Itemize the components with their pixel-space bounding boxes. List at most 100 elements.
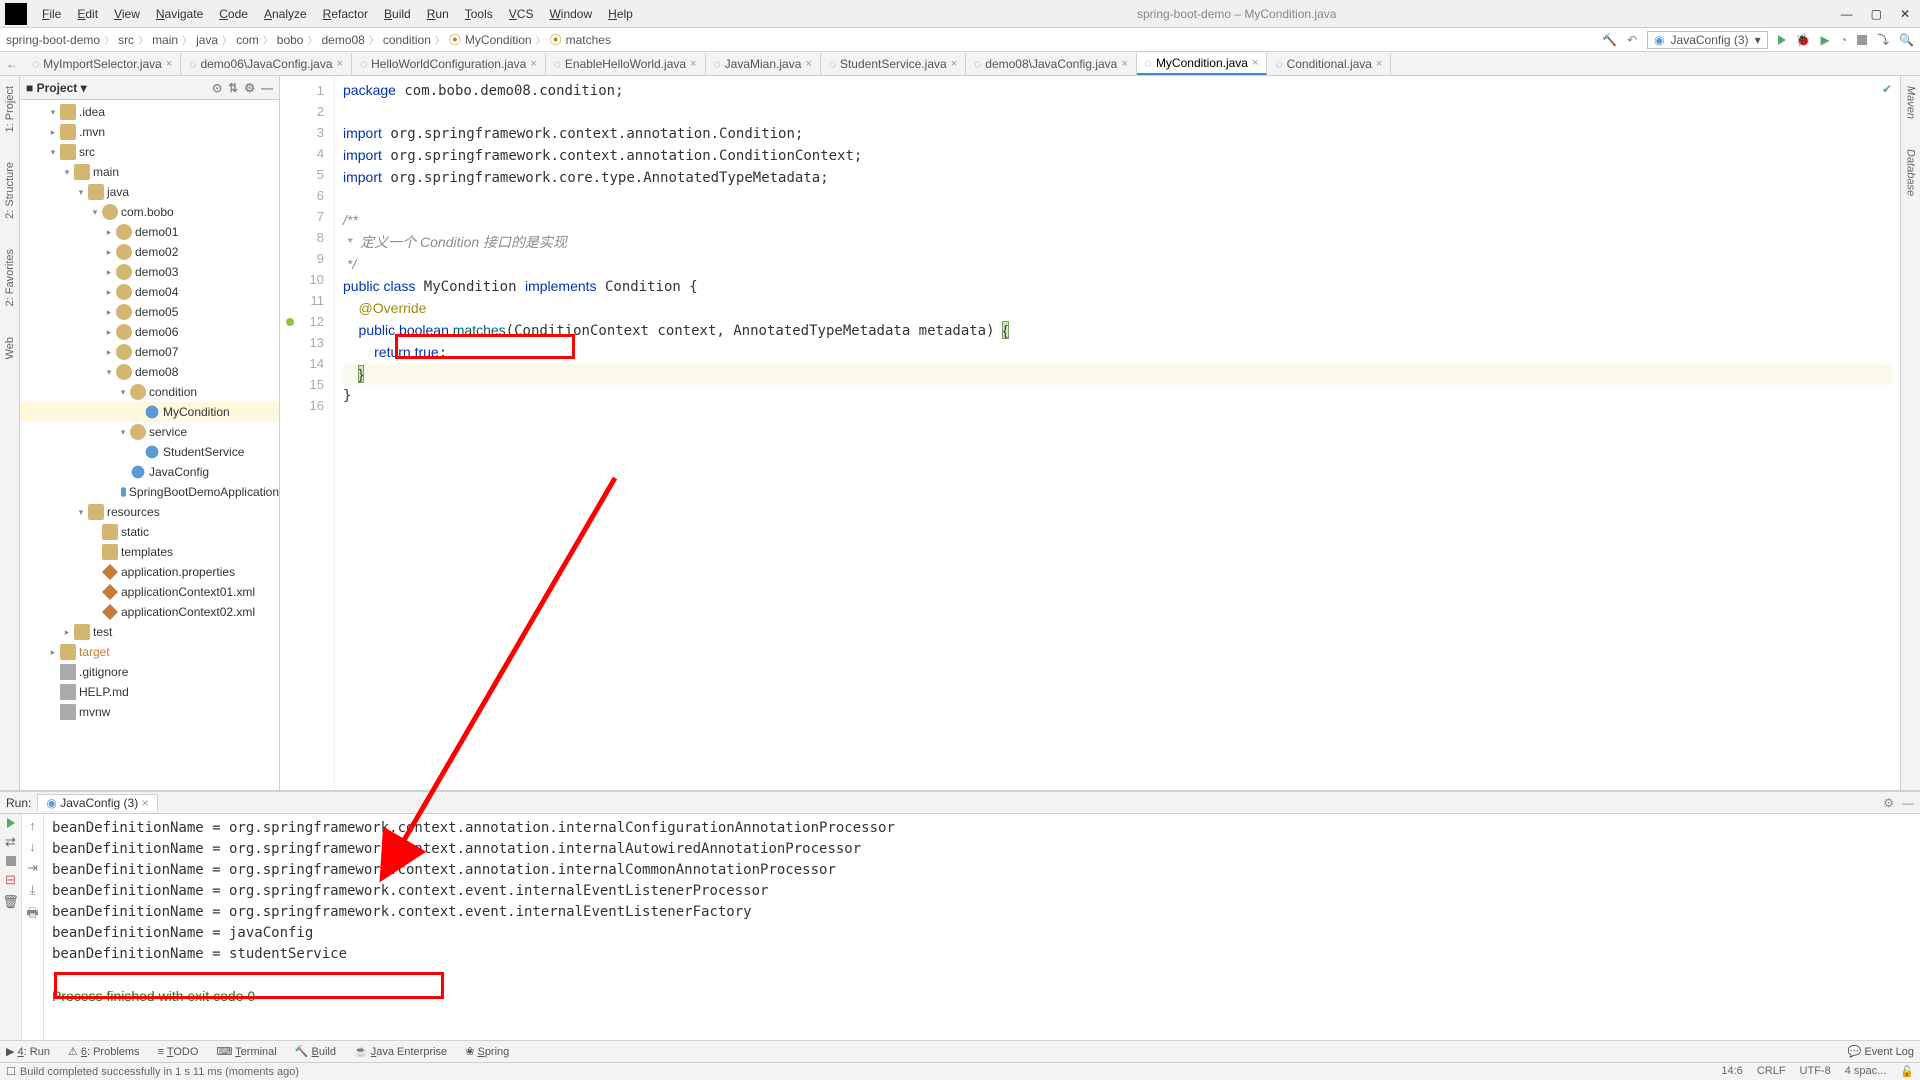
coverage-icon[interactable]: ▶ bbox=[1821, 33, 1830, 47]
project-tree[interactable]: ▾.idea▸.mvn▾src▾main▾java▾com.bobo▸demo0… bbox=[20, 100, 279, 724]
editor-area[interactable]: 12345678910111213141516 package com.bobo… bbox=[280, 76, 1900, 790]
tree-node[interactable]: ▸demo07 bbox=[20, 342, 279, 362]
toolwin-build[interactable]: 🔨 Build bbox=[295, 1045, 336, 1058]
menu-window[interactable]: Window bbox=[543, 5, 598, 23]
tree-node[interactable]: ▸target bbox=[20, 642, 279, 662]
toolwin-run[interactable]: ▶ 4: Run bbox=[6, 1045, 50, 1058]
close-icon[interactable]: × bbox=[1121, 58, 1127, 70]
event-log-button[interactable]: 💬 Event Log bbox=[1848, 1045, 1914, 1058]
right-tab-database[interactable]: Database bbox=[1905, 149, 1917, 196]
left-tab-structure[interactable]: 2: Structure bbox=[4, 162, 16, 219]
breadcrumb-item[interactable]: ⦿ matches bbox=[550, 31, 611, 48]
close-icon[interactable]: × bbox=[142, 796, 149, 810]
editor-tab[interactable]: ◌JavaMian.java× bbox=[706, 53, 821, 75]
breadcrumb-item[interactable]: java bbox=[196, 33, 218, 47]
menu-vcs[interactable]: VCS bbox=[503, 5, 540, 23]
breadcrumb-item[interactable]: spring-boot-demo bbox=[6, 33, 100, 47]
down-icon[interactable]: ↓ bbox=[29, 839, 36, 854]
tree-node[interactable]: ▾com.bobo bbox=[20, 202, 279, 222]
editor-tab[interactable]: ◌demo06\JavaConfig.java× bbox=[181, 53, 352, 75]
left-tab-favorites[interactable]: 2: Favorites bbox=[4, 249, 16, 306]
tree-node[interactable]: ▸test bbox=[20, 622, 279, 642]
hide-icon[interactable]: — bbox=[261, 81, 273, 95]
tree-node[interactable]: ▾.idea bbox=[20, 102, 279, 122]
lock-icon[interactable]: 🔓 bbox=[1900, 1065, 1914, 1078]
tree-node[interactable]: ▾demo08 bbox=[20, 362, 279, 382]
tree-node[interactable]: ▸demo05 bbox=[20, 302, 279, 322]
wrap-icon[interactable]: ⇥ bbox=[27, 860, 38, 876]
breadcrumb-item[interactable]: main bbox=[152, 33, 178, 47]
build-icon[interactable]: 🔨 bbox=[1602, 33, 1617, 47]
expand-all-icon[interactable]: ⇅ bbox=[228, 81, 238, 95]
tree-node[interactable]: ▸demo01 bbox=[20, 222, 279, 242]
close-icon[interactable]: × bbox=[1252, 57, 1258, 69]
tree-node[interactable]: ▸demo03 bbox=[20, 262, 279, 282]
stop-icon[interactable] bbox=[1857, 35, 1867, 45]
tree-node[interactable]: StudentService bbox=[20, 442, 279, 462]
close-icon[interactable]: ✕ bbox=[1900, 7, 1910, 21]
pin-icon[interactable]: 🗑 bbox=[2, 894, 19, 910]
tree-node[interactable]: ▾service bbox=[20, 422, 279, 442]
editor-tab[interactable]: ◌EnableHelloWorld.java× bbox=[546, 53, 706, 75]
tree-node[interactable]: ▸demo02 bbox=[20, 242, 279, 262]
breadcrumb-item[interactable]: ⦿ MyCondition bbox=[449, 31, 532, 48]
run-icon[interactable] bbox=[1778, 35, 1786, 45]
menu-analyze[interactable]: Analyze bbox=[258, 5, 313, 23]
status-field[interactable]: 4 spac... bbox=[1845, 1065, 1887, 1078]
menu-tools[interactable]: Tools bbox=[459, 5, 499, 23]
console-output[interactable]: beanDefinitionName = org.springframework… bbox=[44, 814, 1920, 1040]
debug-icon[interactable]: 🐞 bbox=[1796, 33, 1811, 47]
menu-file[interactable]: File bbox=[36, 5, 67, 23]
left-tab-web[interactable]: Web bbox=[4, 337, 16, 359]
status-field[interactable]: CRLF bbox=[1757, 1065, 1786, 1078]
tree-node[interactable]: ▾src bbox=[20, 142, 279, 162]
tree-node[interactable]: JavaConfig bbox=[20, 462, 279, 482]
back-icon[interactable]: ↶ bbox=[1627, 33, 1637, 47]
run-config-selector[interactable]: ◉ JavaConfig (3) ▾ bbox=[1647, 31, 1768, 49]
breadcrumb-item[interactable]: src bbox=[118, 33, 134, 47]
update-icon[interactable]: ⤵ bbox=[1877, 31, 1889, 48]
scroll-icon[interactable]: ⤓ bbox=[30, 882, 36, 898]
close-icon[interactable]: × bbox=[690, 58, 696, 70]
close-icon[interactable]: × bbox=[530, 58, 536, 70]
close-icon[interactable]: × bbox=[951, 58, 957, 70]
toolwin-terminal[interactable]: ⌨ Terminal bbox=[216, 1045, 276, 1058]
run-settings-icon2[interactable]: ⇄ bbox=[5, 834, 16, 850]
tree-node[interactable]: .gitignore bbox=[20, 662, 279, 682]
tree-node[interactable]: HELP.md bbox=[20, 682, 279, 702]
tree-node[interactable]: templates bbox=[20, 542, 279, 562]
close-icon[interactable]: × bbox=[1376, 58, 1382, 70]
left-tab-project[interactable]: 1: Project bbox=[4, 86, 16, 132]
menu-view[interactable]: View bbox=[108, 5, 146, 23]
right-tab-maven[interactable]: Maven bbox=[1905, 86, 1917, 119]
editor-tab[interactable]: ◌Conditional.java× bbox=[1267, 53, 1391, 75]
tree-node[interactable]: ▾resources bbox=[20, 502, 279, 522]
tree-node[interactable]: ▾main bbox=[20, 162, 279, 182]
editor-tab[interactable]: ◌MyCondition.java× bbox=[1137, 53, 1268, 75]
toolwin-javaenterprise[interactable]: ☕ Java Enterprise bbox=[354, 1045, 447, 1058]
toolwin-spring[interactable]: ❀ Spring bbox=[465, 1045, 509, 1058]
menu-help[interactable]: Help bbox=[602, 5, 639, 23]
tree-node[interactable]: applicationContext02.xml bbox=[20, 602, 279, 622]
close-icon[interactable]: × bbox=[337, 58, 343, 70]
toolwin-problems[interactable]: ⚠ 6: Problems bbox=[68, 1045, 140, 1058]
profile-icon[interactable]: ◔ bbox=[1840, 33, 1847, 47]
menu-edit[interactable]: Edit bbox=[71, 5, 104, 23]
menu-build[interactable]: Build bbox=[378, 5, 417, 23]
tree-node[interactable]: ▾java bbox=[20, 182, 279, 202]
tree-node[interactable]: mvnw bbox=[20, 702, 279, 722]
tree-node[interactable]: static bbox=[20, 522, 279, 542]
run-tab[interactable]: ◉ JavaConfig (3) × bbox=[37, 794, 157, 811]
rerun-icon[interactable] bbox=[7, 818, 15, 828]
minimize-icon[interactable]: — bbox=[1841, 7, 1853, 21]
select-opened-icon[interactable]: ⊙ bbox=[212, 81, 222, 95]
status-field[interactable]: 14:6 bbox=[1721, 1065, 1742, 1078]
editor-tab[interactable]: ◌demo08\JavaConfig.java× bbox=[966, 53, 1137, 75]
close-icon[interactable]: × bbox=[805, 58, 811, 70]
editor-code[interactable]: package com.bobo.demo08.condition; impor… bbox=[335, 76, 1900, 790]
tool-settings-icon[interactable]: ⚙ bbox=[244, 81, 255, 95]
run-settings-icon[interactable]: ⚙ bbox=[1883, 796, 1894, 810]
breadcrumb[interactable]: spring-boot-demosrcmainjavacombobodemo08… bbox=[6, 31, 611, 48]
layout-icon[interactable]: ⊟ bbox=[5, 872, 16, 888]
tree-node[interactable]: SpringBootDemoApplication bbox=[20, 482, 279, 502]
